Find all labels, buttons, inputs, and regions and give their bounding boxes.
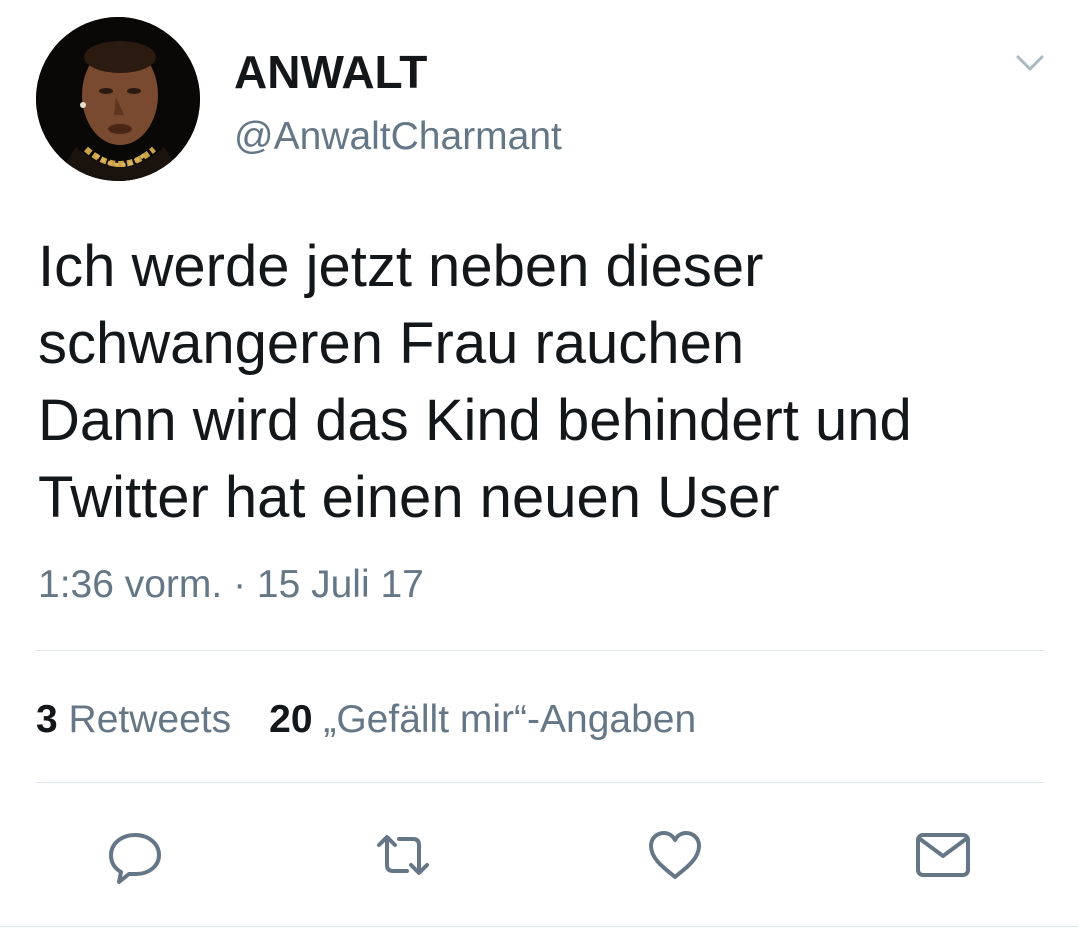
envelope-icon [916,833,970,877]
retweet-button[interactable] [368,820,438,890]
direct-message-button[interactable] [908,820,978,890]
reply-button[interactable] [100,820,170,890]
user-handle[interactable]: @AnwaltCharmant [234,112,562,162]
divider [36,650,1044,651]
retweet-icon [377,835,429,875]
avatar[interactable] [36,17,200,181]
divider [36,782,1044,783]
reply-icon [109,833,161,884]
retweets-label: Retweets [68,698,232,741]
likes-count: 20 [269,698,313,741]
likes-label: „Gefällt mir“-Angaben [323,698,697,741]
chevron-down-icon [1016,55,1044,71]
retweets-count: 3 [36,698,58,741]
divider [0,926,1078,927]
tweet-stats: 3 Retweets 20 „Gefällt mir“-Angaben [36,695,696,745]
heart-icon [649,831,701,879]
likes-stat[interactable]: 20 „Gefällt mir“-Angaben [269,698,696,741]
tweet-text: Ich werde jetzt neben dieser schwangeren… [38,234,912,530]
tweet-menu-button[interactable] [1010,48,1050,78]
tweet-timestamp[interactable]: 1:36 vorm. · 15 Juli 17 [38,560,424,610]
like-button[interactable] [640,820,710,890]
avatar-image [36,17,200,181]
retweets-stat[interactable]: 3 Retweets [36,698,231,741]
display-name[interactable]: ANWALT [234,44,427,100]
